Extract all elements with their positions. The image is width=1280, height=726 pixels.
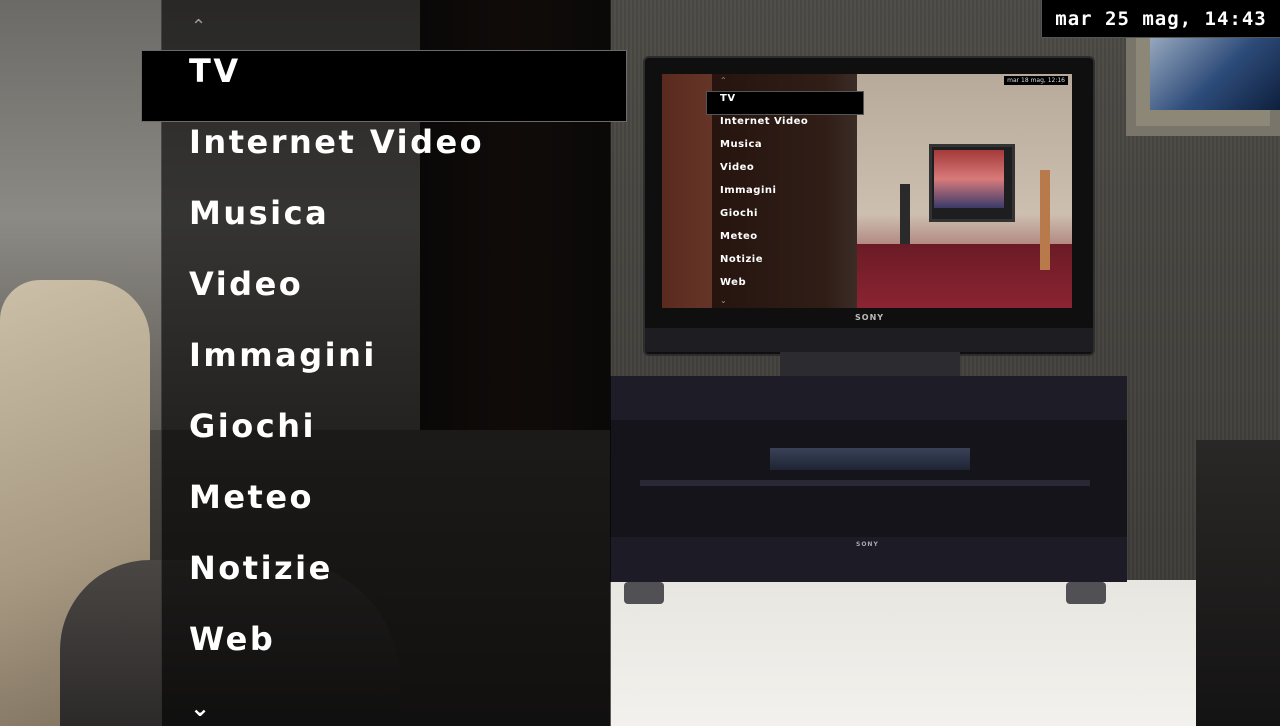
menu-item-immagini[interactable]: Immagini (189, 339, 377, 371)
inner-menu-item: Video (720, 162, 755, 173)
menu-item-meteo[interactable]: Meteo (189, 481, 314, 513)
inner-menu-item: Notizie (720, 254, 763, 265)
cabinet-shelf (640, 480, 1090, 486)
speaker-right (1040, 170, 1050, 270)
inner-clock: mar 18 mag, 12:16 (1004, 76, 1068, 85)
menu-item-internet-video[interactable]: Internet Video (189, 126, 484, 158)
cabinet-brand-logo: SONY (856, 541, 879, 548)
cabinet-top (610, 376, 1127, 420)
speaker-left (900, 184, 910, 244)
tv-screen: ⌃ mar 18 mag, 12:16 TV Internet Video Mu… (662, 74, 1072, 308)
clock: mar 25 mag, 14:43 (1041, 0, 1280, 38)
inner-menu-item: Meteo (720, 231, 758, 242)
cabinet-foot (1066, 582, 1106, 604)
inner-menu-item: Giochi (720, 208, 758, 219)
bluray-player (770, 448, 970, 470)
inner-menu-item: TV (720, 93, 736, 104)
menu-item-musica[interactable]: Musica (189, 197, 329, 229)
chevron-up-icon[interactable]: ⌃ (191, 16, 206, 37)
inner-menu-item: Web (720, 277, 747, 288)
menu-item-web[interactable]: Web (189, 623, 275, 655)
menu-item-video[interactable]: Video (189, 268, 303, 300)
tv-stand (780, 352, 960, 376)
side-table (1196, 440, 1280, 726)
inner-menu-item: Immagini (720, 185, 777, 196)
menu-item-notizie[interactable]: Notizie (189, 552, 333, 584)
inner-menu-item: Internet Video (720, 116, 809, 127)
tv-brand-logo: SONY (855, 313, 885, 322)
cabinet-foot (624, 582, 664, 604)
inner-chevron-up-icon: ⌃ (720, 76, 727, 85)
chevron-down-icon[interactable]: ⌄ (190, 694, 210, 722)
inner-chevron-down-icon: ⌄ (720, 296, 727, 305)
floor-rug (610, 580, 1280, 726)
menu-item-tv[interactable]: TV (189, 55, 241, 87)
tv-bezel-bottom (645, 328, 1093, 352)
inner-tv-picture (934, 150, 1004, 208)
inner-menu-item: Musica (720, 139, 763, 150)
menu-item-giochi[interactable]: Giochi (189, 410, 316, 442)
